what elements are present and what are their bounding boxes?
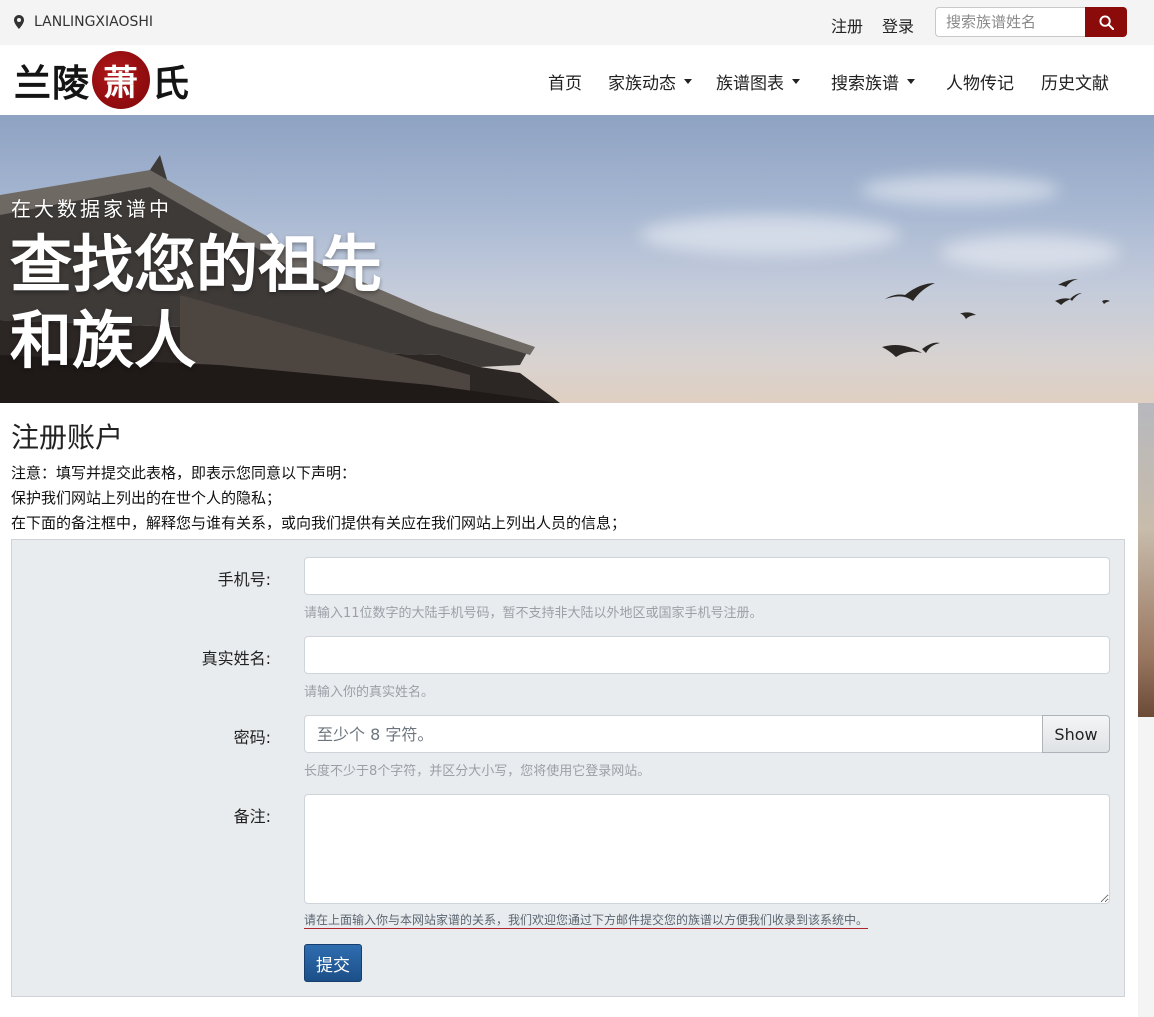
search-input[interactable] (935, 7, 1085, 37)
background-image-edge (1138, 403, 1154, 717)
birds-image (882, 279, 1110, 357)
remark-help-text: 请在上面输入你与本网站家谱的关系，我们欢迎您通过下方邮件提交您的族谱以方便我们收… (304, 913, 869, 929)
note-line: 保护我们网站上列出的在世个人的隐私； (11, 489, 282, 507)
site-code: LANLINGXIAOSHI (34, 14, 154, 30)
search-button[interactable] (1085, 7, 1127, 37)
hero-banner: 在大数据家谱中 查找您的祖先 和族人 (0, 115, 1154, 403)
nav-search-genealogy-label: 搜索族谱 (831, 74, 899, 94)
terms-notes: 注意：填写并提交此表格，即表示您同意以下声明： 保护我们网站上列出的在世个人的隐… (11, 461, 626, 536)
hero-title-line2: 和族人 (10, 304, 197, 377)
hero-subtitle: 在大数据家谱中 (11, 197, 172, 221)
search-box (935, 7, 1127, 37)
nav-biographies-label: 人物传记 (946, 74, 1014, 94)
password-input[interactable] (304, 715, 1043, 753)
nav-home[interactable]: 首页 (548, 69, 582, 94)
nav-family-news-label: 家族动态 (608, 74, 676, 94)
note-line: 注意：填写并提交此表格，即表示您同意以下声明： (11, 464, 357, 482)
nav-historical-documents[interactable]: 历史文献 (1041, 69, 1109, 94)
chevron-down-icon (907, 79, 915, 84)
logo-text-right: 氏 (152, 61, 190, 105)
remark-label: 备注: (233, 807, 271, 826)
show-password-button[interactable]: Show (1042, 715, 1110, 753)
login-link[interactable]: 登录 (882, 13, 914, 37)
real-name-label: 真实姓名: (201, 649, 271, 668)
site-logo[interactable]: 兰陵 萧 氏 (14, 51, 190, 109)
search-icon (1098, 14, 1114, 30)
password-help: 长度不少于8个字符，并区分大小写，您将使用它登录网站。 (304, 764, 651, 779)
hero-title-line1: 查找您的祖先 (10, 228, 383, 301)
page-title: 注册账户 (11, 421, 124, 454)
hero-title: 查找您的祖先 和族人 (10, 227, 382, 379)
logo-seal: 萧 (92, 51, 150, 109)
remark-help: 请在上面输入你与本网站家谱的关系，我们欢迎您通过下方邮件提交您的族谱以方便我们收… (304, 911, 869, 929)
phone-input[interactable] (304, 557, 1110, 595)
logo-text-left: 兰陵 (14, 61, 90, 105)
nav-genealogy-charts[interactable]: 族谱图表 (716, 69, 800, 94)
register-section: 注册账户 注意：填写并提交此表格，即表示您同意以下声明： 保护我们网站上列出的在… (0, 403, 1138, 1017)
nav-family-news[interactable]: 家族动态 (608, 69, 692, 94)
cloud (940, 235, 1120, 270)
location: LANLINGXIAOSHI (14, 14, 153, 30)
real-name-help: 请输入你的真实姓名。 (304, 685, 435, 700)
phone-help: 请输入11位数字的大陆手机号码，暂不支持非大陆以外地区或国家手机号注册。 (304, 606, 763, 621)
main-navbar: 兰陵 萧 氏 首页 家族动态 族谱图表 搜索族谱 人物传记 历史文献 (0, 45, 1154, 115)
nav-search-genealogy[interactable]: 搜索族谱 (831, 69, 915, 94)
submit-button[interactable]: 提交 (304, 944, 362, 982)
password-label: 密码: (233, 728, 271, 747)
nav-historical-documents-label: 历史文献 (1041, 74, 1109, 94)
real-name-input[interactable] (304, 636, 1110, 674)
chevron-down-icon (684, 79, 692, 84)
map-marker-icon (14, 15, 24, 29)
nav-home-label: 首页 (548, 74, 582, 94)
nav-biographies[interactable]: 人物传记 (946, 69, 1014, 94)
top-bar: LANLINGXIAOSHI 注册 登录 (0, 0, 1154, 45)
cloud (640, 215, 900, 255)
cloud (860, 175, 1060, 205)
note-line: 在下面的备注框中，解释您与谁有关系，或向我们提供有关应在我们网站上列出人员的信息… (11, 514, 627, 532)
phone-label: 手机号: (217, 570, 271, 589)
nav-genealogy-charts-label: 族谱图表 (716, 74, 784, 94)
register-link[interactable]: 注册 (831, 13, 863, 37)
chevron-down-icon (792, 79, 800, 84)
remark-textarea[interactable] (304, 794, 1110, 904)
register-form: 手机号: 请输入11位数字的大陆手机号码，暂不支持非大陆以外地区或国家手机号注册… (11, 539, 1125, 997)
